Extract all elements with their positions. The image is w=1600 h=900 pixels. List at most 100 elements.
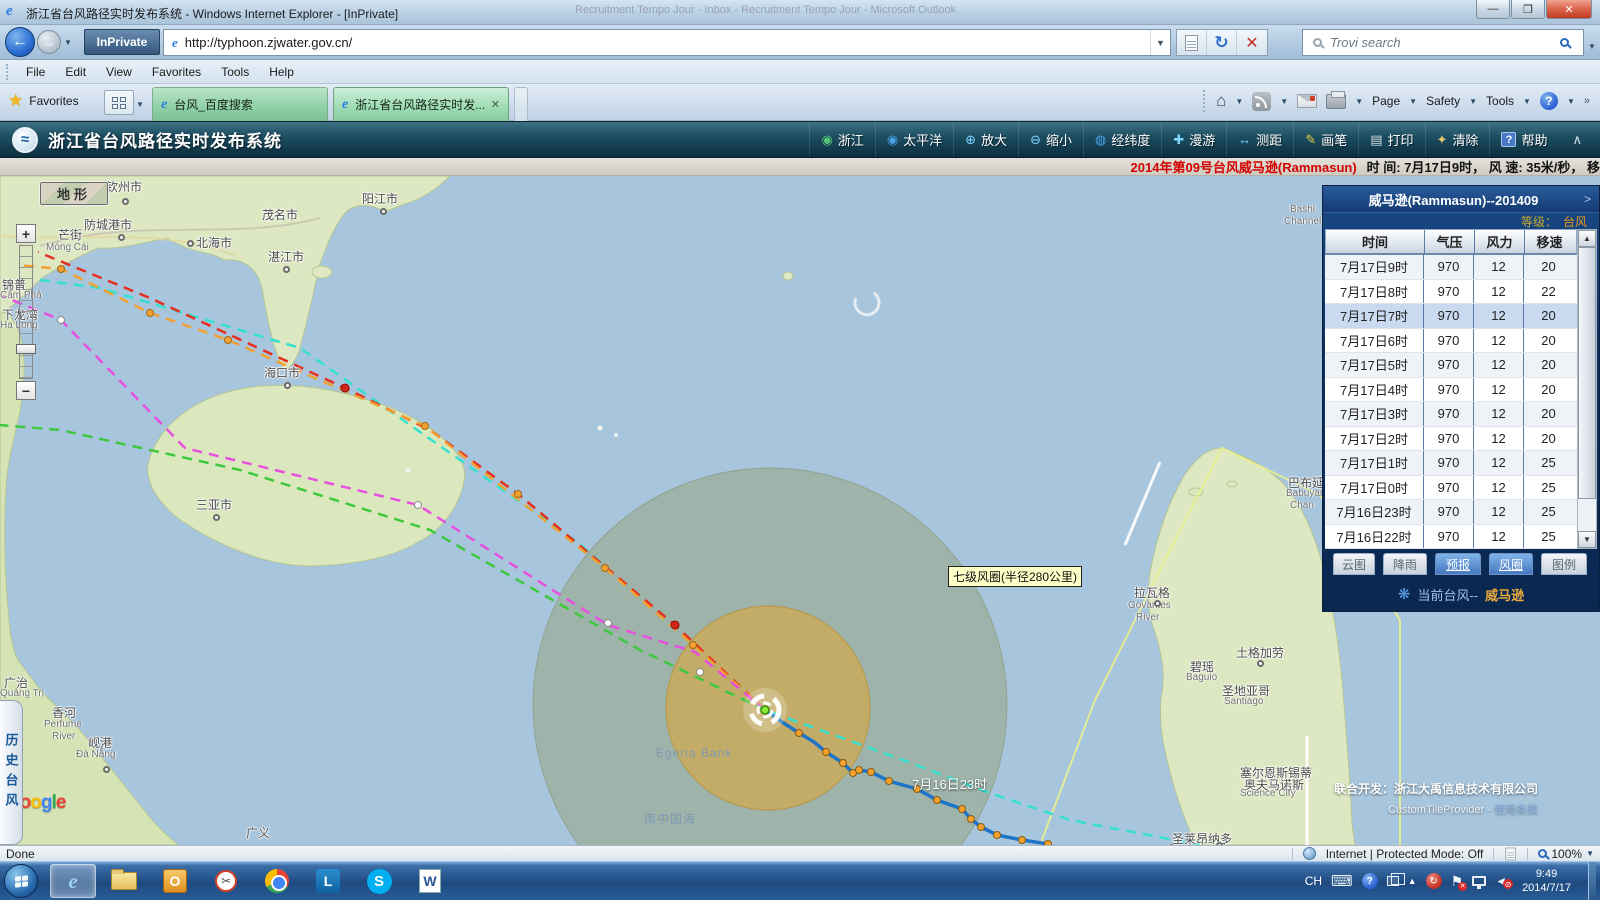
close-button[interactable]: ✕ [1546,0,1592,19]
panel-tab-4[interactable]: 风圈 [1489,553,1533,575]
browser-tab-1[interactable]: e台风_百度搜索 [152,87,328,121]
table-row[interactable]: 7月17日6时9701220 [1325,329,1577,354]
taskbar-ie[interactable]: e [50,864,96,898]
language-indicator[interactable]: CH [1305,874,1322,888]
rss-feed-icon[interactable] [1252,92,1271,111]
table-row[interactable]: 7月17日1时9701225 [1325,451,1577,476]
help-icon[interactable]: ? [1540,92,1558,110]
favorites-button[interactable]: ★ Favorites [8,91,79,111]
table-row[interactable]: 7月17日8时9701222 [1325,280,1577,305]
toolbar-button-1[interactable]: ◉浙江 [809,122,874,157]
window-titlebar[interactable]: e 浙江省台风路径实时发布系统 - Windows Internet Explo… [0,0,1600,25]
table-row[interactable]: 7月17日3时9701220 [1325,402,1577,427]
table-row[interactable]: 7月17日5时9701220 [1325,353,1577,378]
table-row[interactable]: 7月17日9时9701220 [1325,255,1577,280]
history-typhoon-tab[interactable]: 历史台风 [0,700,23,845]
table-row[interactable]: 7月17日2时9701220 [1325,427,1577,452]
tab-close-icon[interactable]: ✕ [491,98,500,111]
address-dropdown[interactable]: ▼ [1150,30,1170,55]
quick-tabs-button[interactable] [104,90,134,115]
page-dropdown[interactable]: ▼ [1409,97,1417,106]
menu-item-file[interactable]: File [16,62,55,82]
compatibility-view-button[interactable] [1177,30,1207,55]
panel-tab-3[interactable]: 预报 [1435,553,1481,575]
volume-muted-icon[interactable]: ◄⊘ [1495,874,1507,888]
toolbar-collapse-button[interactable]: ∧ [1558,132,1600,148]
maximize-button[interactable]: ❐ [1511,0,1545,19]
menu-item-favorites[interactable]: Favorites [142,62,211,82]
browser-tab-2[interactable]: e浙江省台风路径实时发...✕ [333,87,509,121]
panel-tab-5[interactable]: 图例 [1541,553,1587,575]
toolbar-button-2[interactable]: ◉太平洋 [875,122,953,157]
toolbar-button-9[interactable]: ▤打印 [1358,122,1424,157]
table-row[interactable]: 7月17日4时9701220 [1325,378,1577,403]
scroll-up-button[interactable]: ▲ [1578,230,1596,247]
menu-item-tools[interactable]: Tools [211,62,259,82]
taskbar-snipping-tool[interactable]: ✂ [203,864,249,898]
zoom-out-button[interactable]: − [16,381,36,400]
help-dropdown[interactable]: ▼ [1567,97,1575,106]
toolbar-button-10[interactable]: ✦清除 [1425,122,1490,157]
safety-menu[interactable]: Safety [1426,94,1460,108]
typhoon-icon[interactable] [743,688,787,732]
start-button[interactable] [4,864,38,898]
toolbar-button-4[interactable]: ⊖缩小 [1018,122,1083,157]
show-desktop-button[interactable] [1588,862,1596,900]
tray-help-icon[interactable]: ? [1362,873,1378,889]
network-icon[interactable] [1472,876,1486,886]
home-icon[interactable]: ⌂ [1216,91,1226,111]
sync-icon[interactable]: ↻ [1426,873,1442,889]
search-box[interactable]: Trovi search [1302,29,1584,56]
quick-tabs-dropdown[interactable]: ▼ [136,100,144,109]
back-button[interactable]: ← [5,27,35,57]
table-scrollbar[interactable]: ▲ ▼ [1577,229,1597,549]
table-row[interactable]: 7月16日23时9701225 [1325,500,1577,525]
panel-tab-1[interactable]: 云图 [1333,553,1375,575]
forward-button[interactable]: → [37,30,61,54]
safety-dropdown[interactable]: ▼ [1469,97,1477,106]
tray-windows-icon[interactable] [1387,876,1399,886]
menu-item-edit[interactable]: Edit [55,62,96,82]
scroll-thumb[interactable] [1578,247,1596,499]
table-row[interactable]: 7月17日0时9701225 [1325,476,1577,501]
url-text[interactable]: http://typhoon.zjwater.gov.cn/ [185,35,1150,50]
taskbar-lync[interactable]: L [305,864,351,898]
home-dropdown[interactable]: ▼ [1235,97,1243,106]
search-placeholder[interactable]: Trovi search [1330,35,1550,50]
search-dropdown[interactable]: ▼ [1588,42,1596,51]
menu-item-view[interactable]: View [96,62,142,82]
overflow-chevron[interactable]: » [1584,95,1590,107]
mail-icon[interactable] [1297,94,1317,108]
menu-item-help[interactable]: Help [259,62,304,82]
tools-dropdown[interactable]: ▼ [1523,97,1531,106]
feeds-dropdown[interactable]: ▼ [1280,97,1288,106]
panel-tab-2[interactable]: 降雨 [1383,553,1427,575]
panel-collapse-chevron[interactable]: > [1584,192,1591,206]
search-go-icon[interactable] [1560,38,1569,47]
toolbar-button-5[interactable]: ◍经纬度 [1083,122,1161,157]
table-row[interactable]: 7月17日7时9701220 [1325,304,1577,329]
taskbar-word[interactable]: W [407,864,453,898]
current-typhoon-name[interactable]: 威马逊 [1485,585,1524,604]
new-tab-stub[interactable] [514,87,528,121]
table-row[interactable]: 7月16日22时9701225 [1325,525,1577,550]
taskbar-skype[interactable]: S [356,864,402,898]
address-bar[interactable]: e http://typhoon.zjwater.gov.cn/ ▼ [163,29,1171,56]
taskbar-outlook[interactable]: O [152,864,198,898]
current-typhoon-row[interactable]: ❋ 当前台风-- 威马逊 [1323,581,1599,607]
page-menu[interactable]: Page [1372,94,1400,108]
toolbar-button-6[interactable]: ✚漫游 [1161,122,1226,157]
map-zoom-control[interactable]: + − [16,224,38,400]
compatibility-status-icon[interactable] [1506,847,1516,860]
zoom-in-button[interactable]: + [16,224,36,243]
zoom-slider-track[interactable] [19,245,33,379]
action-center-icon[interactable]: ⚑✕ [1451,873,1464,890]
toolbar-button-8[interactable]: ✎画笔 [1293,122,1358,157]
minimize-button[interactable]: — [1476,0,1510,19]
toolbar-button-11[interactable]: ?帮助 [1489,122,1558,157]
stop-button[interactable]: ✕ [1237,30,1267,55]
taskbar-chrome[interactable] [254,864,300,898]
toolbar-button-3[interactable]: ⊕放大 [953,122,1018,157]
keyboard-icon[interactable]: ⌨ [1331,872,1353,890]
toolbar-button-7[interactable]: ↔测距 [1226,122,1293,157]
